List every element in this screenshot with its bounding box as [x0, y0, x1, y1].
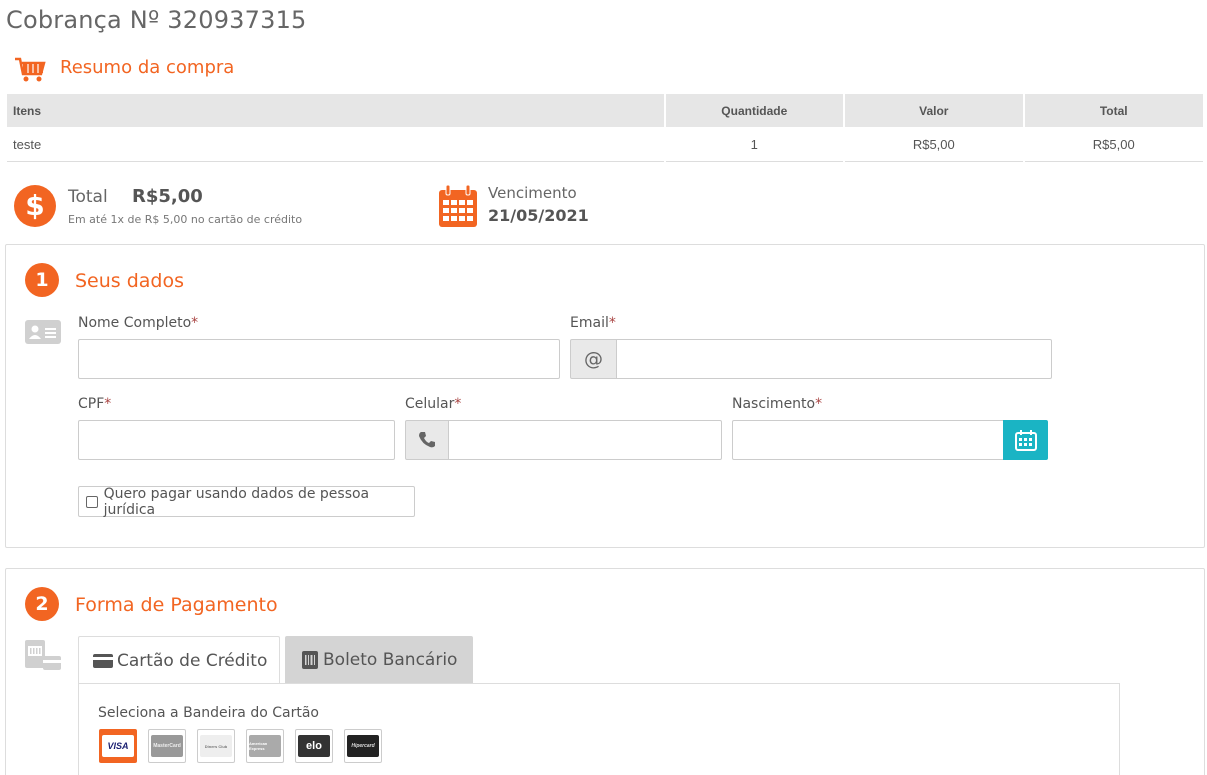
item-name: teste [7, 127, 664, 162]
elo-logo: elo [298, 735, 330, 757]
company-data-checkbox[interactable]: Quero pagar usando dados de pessoa juríd… [78, 485, 415, 518]
calendar-icon [439, 184, 477, 227]
mastercard-logo: MasterCard [151, 735, 183, 757]
email-label: Email* [570, 315, 616, 331]
mobile-input[interactable] [448, 420, 722, 460]
barcode-icon [302, 651, 318, 669]
due-date: 21/05/2021 [488, 206, 589, 225]
full-name-input[interactable] [78, 339, 560, 379]
brand-diners[interactable]: Diners Club [197, 729, 235, 763]
brand-elo[interactable]: elo [295, 729, 333, 763]
step-1-badge: 1 [25, 263, 59, 297]
email-input[interactable] [616, 339, 1052, 379]
id-card-icon [25, 320, 61, 344]
page-title: Cobrança Nº 320937315 [6, 6, 307, 34]
due-label: Vencimento [488, 184, 577, 202]
name-label: Nome Completo* [78, 315, 199, 331]
at-sign-icon: @ [570, 339, 617, 379]
brand-hipercard[interactable]: Hipercard [344, 729, 382, 763]
summary-title: Resumo da compra [60, 57, 235, 78]
table-row: teste 1 R$5,00 R$5,00 [7, 127, 1203, 162]
installments-text: Em até 1x de R$ 5,00 no cartão de crédit… [68, 213, 303, 226]
cpf-label: CPF* [78, 396, 112, 412]
column-header-quantity: Quantidade [665, 94, 844, 127]
items-table: Itens Quantidade Valor Total teste 1 R$5… [5, 94, 1205, 162]
diners-logo: Diners Club [200, 735, 232, 757]
tab-boleto-label: Boleto Bancário [323, 650, 458, 670]
step-1-title: Seus dados [75, 270, 185, 292]
amex-logo: American Express [249, 735, 281, 757]
column-header-total: Total [1024, 94, 1203, 127]
table-header-row: Itens Quantidade Valor Total [7, 94, 1203, 127]
step-2-badge: 2 [25, 587, 59, 621]
brand-amex[interactable]: American Express [246, 729, 284, 763]
tab-credit-card-label: Cartão de Crédito [117, 650, 268, 671]
birth-label: Nascimento* [732, 396, 823, 412]
date-picker-button[interactable] [1003, 420, 1048, 460]
phone-icon [405, 420, 449, 460]
dollar-icon: $ [14, 185, 56, 227]
checkbox-box[interactable] [86, 495, 98, 508]
shopping-cart-icon [15, 57, 46, 82]
hipercard-logo: Hipercard [347, 735, 379, 757]
birth-date-input[interactable] [732, 420, 1004, 460]
item-total: R$5,00 [1024, 127, 1203, 162]
total-value: R$5,00 [132, 186, 203, 207]
credit-card-icon [93, 653, 113, 668]
tab-boleto[interactable]: Boleto Bancário [285, 636, 473, 684]
brand-mastercard[interactable]: MasterCard [148, 729, 186, 763]
cpf-input[interactable] [78, 420, 395, 460]
payment-terminal-icon [25, 640, 61, 670]
calendar-icon [1014, 430, 1037, 451]
step-2-title: Forma de Pagamento [75, 594, 278, 616]
brand-visa[interactable]: VISA [99, 729, 137, 763]
tab-credit-card[interactable]: Cartão de Crédito [78, 636, 280, 684]
company-data-label: Quero pagar usando dados de pessoa juríd… [103, 485, 370, 518]
total-label: Total [68, 187, 108, 207]
column-header-items: Itens [7, 94, 664, 127]
brand-select-label: Seleciona a Bandeira do Cartão [98, 705, 319, 721]
column-header-value: Valor [845, 94, 1023, 127]
visa-logo: VISA [102, 735, 134, 757]
item-quantity: 1 [665, 127, 844, 162]
item-value: R$5,00 [845, 127, 1023, 162]
phone-label: Celular* [405, 396, 462, 412]
